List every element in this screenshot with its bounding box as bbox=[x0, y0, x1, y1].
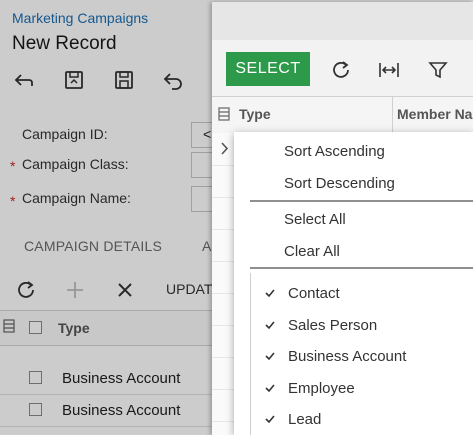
column-config-icon[interactable] bbox=[218, 107, 230, 121]
filter-icon[interactable] bbox=[427, 59, 449, 81]
filter-list-border bbox=[250, 273, 251, 435]
sort-ascending-item[interactable]: Sort Ascending bbox=[284, 143, 385, 160]
clear-all-item[interactable]: Clear All bbox=[284, 243, 340, 260]
check-icon bbox=[264, 319, 276, 331]
filter-item-sales-person[interactable]: Sales Person bbox=[288, 317, 377, 334]
column-context-menu: Sort Ascending Sort Descending Select Al… bbox=[234, 132, 473, 435]
dialog-header bbox=[212, 2, 473, 40]
check-icon bbox=[264, 382, 276, 394]
select-button[interactable]: SELECT bbox=[226, 52, 310, 86]
check-icon bbox=[264, 350, 276, 362]
check-icon bbox=[264, 287, 276, 299]
dialog-grid-header: Type Member Na bbox=[212, 96, 473, 134]
filter-item-lead[interactable]: Lead bbox=[288, 411, 321, 428]
menu-divider bbox=[250, 200, 473, 202]
check-icon bbox=[264, 413, 276, 425]
filter-item-contact[interactable]: Contact bbox=[288, 285, 340, 302]
sort-descending-item[interactable]: Sort Descending bbox=[284, 175, 395, 192]
chevron-right-icon[interactable] bbox=[221, 142, 229, 155]
refresh-icon[interactable] bbox=[330, 59, 352, 81]
menu-divider bbox=[250, 267, 473, 269]
filter-item-business-account[interactable]: Business Account bbox=[288, 348, 406, 365]
filter-item-employee[interactable]: Employee bbox=[288, 380, 355, 397]
select-all-item[interactable]: Select All bbox=[284, 211, 346, 228]
column-divider bbox=[392, 97, 393, 133]
column-header-member-name[interactable]: Member Na bbox=[397, 106, 472, 122]
column-header-type[interactable]: Type bbox=[239, 106, 271, 122]
fit-to-screen-icon[interactable] bbox=[378, 59, 400, 81]
